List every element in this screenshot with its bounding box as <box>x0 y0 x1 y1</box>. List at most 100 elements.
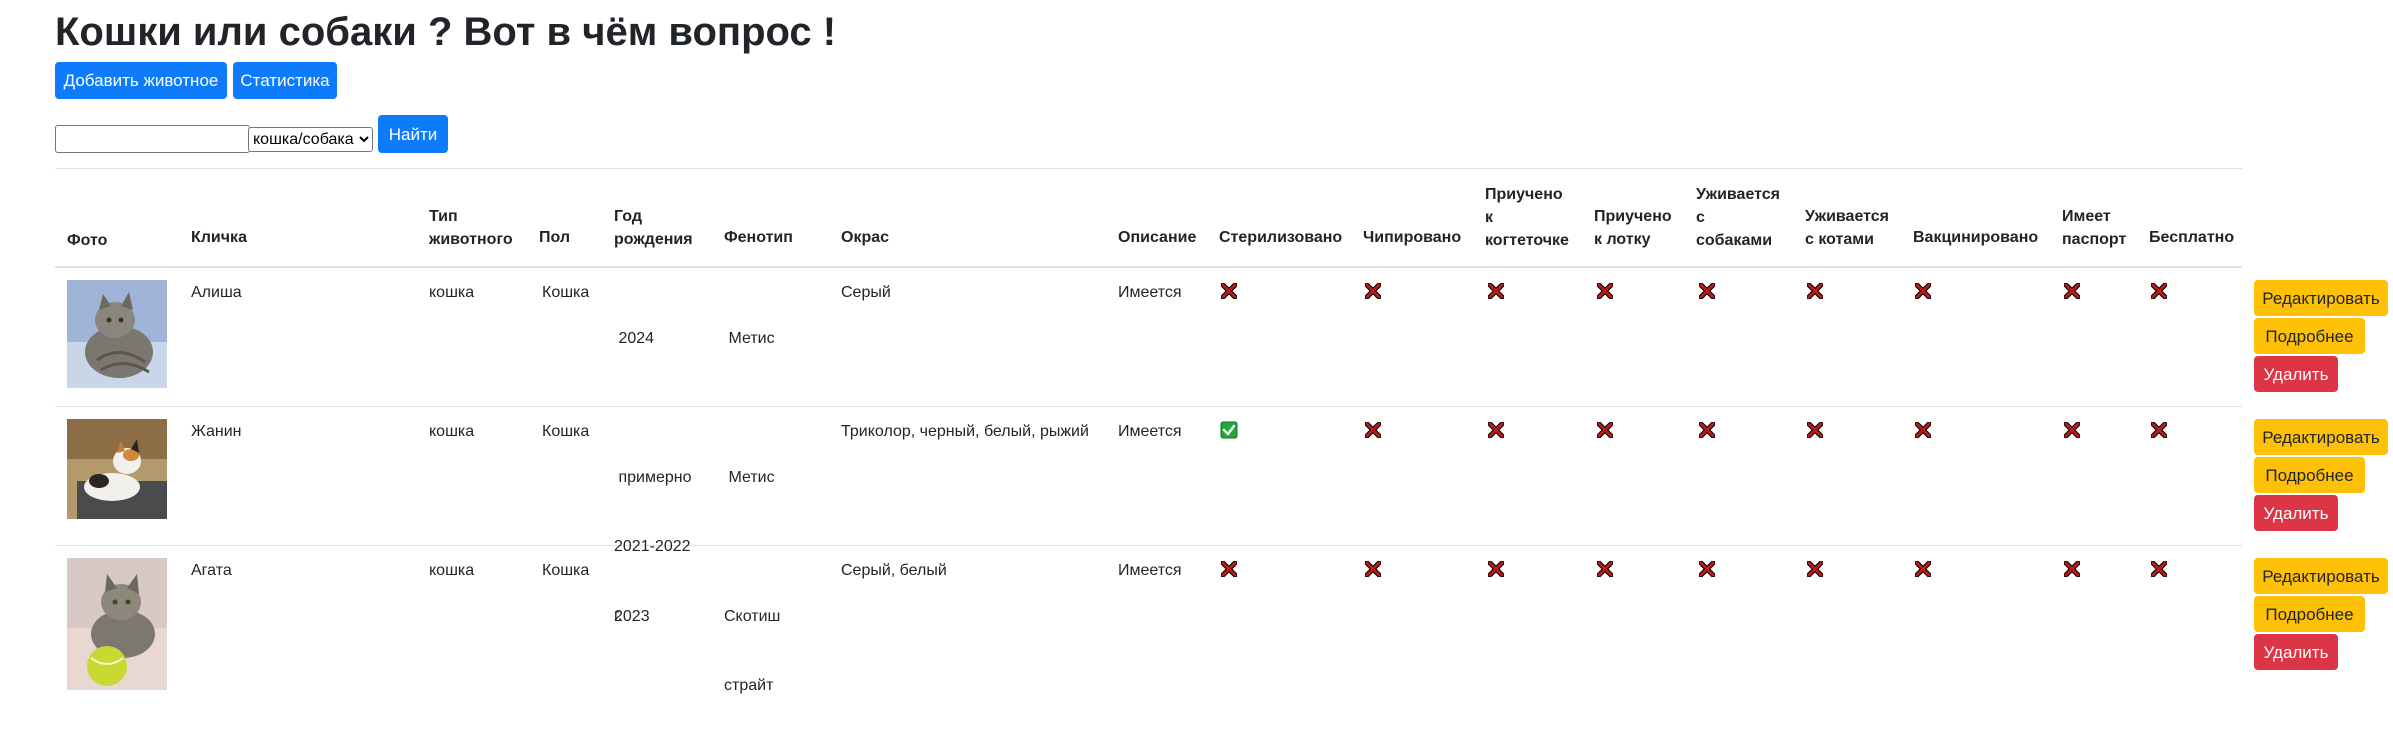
row-divider <box>55 545 2242 546</box>
header-type-line-2: животного <box>429 231 513 248</box>
cross-icon <box>1914 282 1932 300</box>
phenotype-line-2: страйт <box>724 677 774 694</box>
cat-photo <box>67 280 167 388</box>
cross-icon <box>2063 421 2081 439</box>
cross-icon <box>2150 282 2168 300</box>
header-tray-line-2: к лотку <box>1594 231 1651 248</box>
cell-name: Агата <box>191 562 232 579</box>
header-chipped-label: Чипировано <box>1363 229 1462 246</box>
page-title: Кошки или собаки ? Вот в чём вопрос ! <box>55 10 837 54</box>
header-gets-along-cats: Уживается с котами <box>1805 205 1889 251</box>
header-passport-line-2: паспорт <box>2062 231 2127 248</box>
check-icon <box>1220 421 1238 439</box>
cross-icon <box>2150 560 2168 578</box>
cell-birth-year: 2023 <box>614 559 650 674</box>
header-tray-trained: Приучено к лотку <box>1594 205 1672 251</box>
find-button[interactable]: Найти <box>378 115 448 153</box>
header-birth-year: Год рождения <box>614 205 693 251</box>
cross-icon <box>1487 282 1505 300</box>
header-passport: Имеет паспорт <box>2062 205 2126 251</box>
header-name: Кличка <box>191 226 247 249</box>
cell-color: Серый <box>841 284 891 301</box>
cat-photo <box>67 419 167 519</box>
header-name-label: Кличка <box>191 229 247 246</box>
cell-sex: Кошка <box>542 284 590 301</box>
cell-description: Имеется <box>1118 562 1182 579</box>
cell-sex: Кошка <box>542 562 590 579</box>
header-birth-year-line-1: Год <box>614 208 642 225</box>
cell-type: кошка <box>429 562 475 579</box>
cross-icon <box>1806 560 1824 578</box>
add-animal-button[interactable]: Добавить животное <box>55 62 227 99</box>
cross-icon <box>1806 282 1824 300</box>
cell-description: Имеется <box>1118 423 1182 440</box>
cross-icon <box>1364 282 1382 300</box>
birth-year-line-1: 2024 <box>614 330 655 347</box>
header-free: Бесплатно <box>2149 226 2234 249</box>
header-photo-label: Фото <box>67 232 108 249</box>
cross-icon <box>1364 560 1382 578</box>
header-type-line-1: Тип <box>429 208 458 225</box>
header-vaccinated: Вакцинировано <box>1913 226 2038 249</box>
animal-type-select[interactable]: кошка/собака <box>248 127 373 152</box>
header-sterilized-label: Стерилизовано <box>1219 229 1343 246</box>
cell-type: кошка <box>429 284 475 301</box>
cross-icon <box>2063 282 2081 300</box>
cross-icon <box>1698 560 1716 578</box>
header-tray-line-1: Приучено <box>1594 208 1672 225</box>
edit-button[interactable]: Редактировать <box>2254 419 2388 455</box>
cross-icon <box>1806 421 1824 439</box>
cat-photo-image <box>67 419 167 519</box>
header-claw-line-3: когтеточке <box>1485 232 1569 249</box>
header-description: Описание <box>1118 226 1196 249</box>
details-button[interactable]: Подробнее <box>2254 318 2365 354</box>
birth-year-line-1: 2023 <box>614 608 650 625</box>
cross-icon <box>1914 560 1932 578</box>
header-birth-year-line-2: рождения <box>614 231 693 248</box>
search-input[interactable] <box>55 125 250 153</box>
header-color-label: Окрас <box>841 229 890 246</box>
header-cats-line-2: с котами <box>1805 231 1874 248</box>
delete-button[interactable]: Удалить <box>2254 356 2338 392</box>
cell-phenotype: Метис <box>724 281 775 396</box>
header-claw-line-1: Приучено <box>1485 186 1563 203</box>
cat-photo <box>67 558 167 690</box>
header-cats-line-1: Уживается <box>1805 208 1889 225</box>
phenotype-line-1: Метис <box>724 330 775 347</box>
header-free-label: Бесплатно <box>2149 229 2235 246</box>
cross-icon <box>1487 560 1505 578</box>
cross-icon <box>1914 421 1932 439</box>
table-top-border <box>55 168 2242 169</box>
cross-icon <box>1596 282 1614 300</box>
delete-button[interactable]: Удалить <box>2254 634 2338 670</box>
header-claw-line-2: к <box>1485 209 1494 226</box>
cell-phenotype: Метис <box>724 420 775 535</box>
edit-button[interactable]: Редактировать <box>2254 558 2388 594</box>
cross-icon <box>1698 282 1716 300</box>
cell-color: Триколор, черный, белый, рыжий <box>841 423 1089 440</box>
cross-icon <box>1220 282 1238 300</box>
header-description-label: Описание <box>1118 229 1197 246</box>
header-sex-label: Пол <box>539 229 571 246</box>
edit-button[interactable]: Редактировать <box>2254 280 2388 316</box>
cell-name: Алиша <box>191 284 242 301</box>
cell-birth-year: 2024 <box>614 281 654 396</box>
header-type: Тип животного <box>429 205 513 251</box>
row-divider <box>55 406 2242 407</box>
details-button[interactable]: Подробнее <box>2254 457 2365 493</box>
details-button[interactable]: Подробнее <box>2254 596 2365 632</box>
cross-icon <box>1364 421 1382 439</box>
cross-icon <box>1698 421 1716 439</box>
birth-year-line-1: примерно <box>614 469 692 486</box>
delete-button[interactable]: Удалить <box>2254 495 2338 531</box>
header-claw-trained: Приучено к когтеточке <box>1485 183 1569 252</box>
phenotype-line-1: Метис <box>724 469 775 486</box>
cat-photo-image <box>67 558 167 690</box>
cross-icon <box>1220 560 1238 578</box>
birth-year-line-2: 2021-2022 <box>614 538 691 555</box>
cross-icon <box>2150 421 2168 439</box>
header-sex: Пол <box>539 226 570 249</box>
statistics-button[interactable]: Статистика <box>233 62 337 99</box>
cell-type: кошка <box>429 423 475 440</box>
header-vaccinated-label: Вакцинировано <box>1913 229 2039 246</box>
